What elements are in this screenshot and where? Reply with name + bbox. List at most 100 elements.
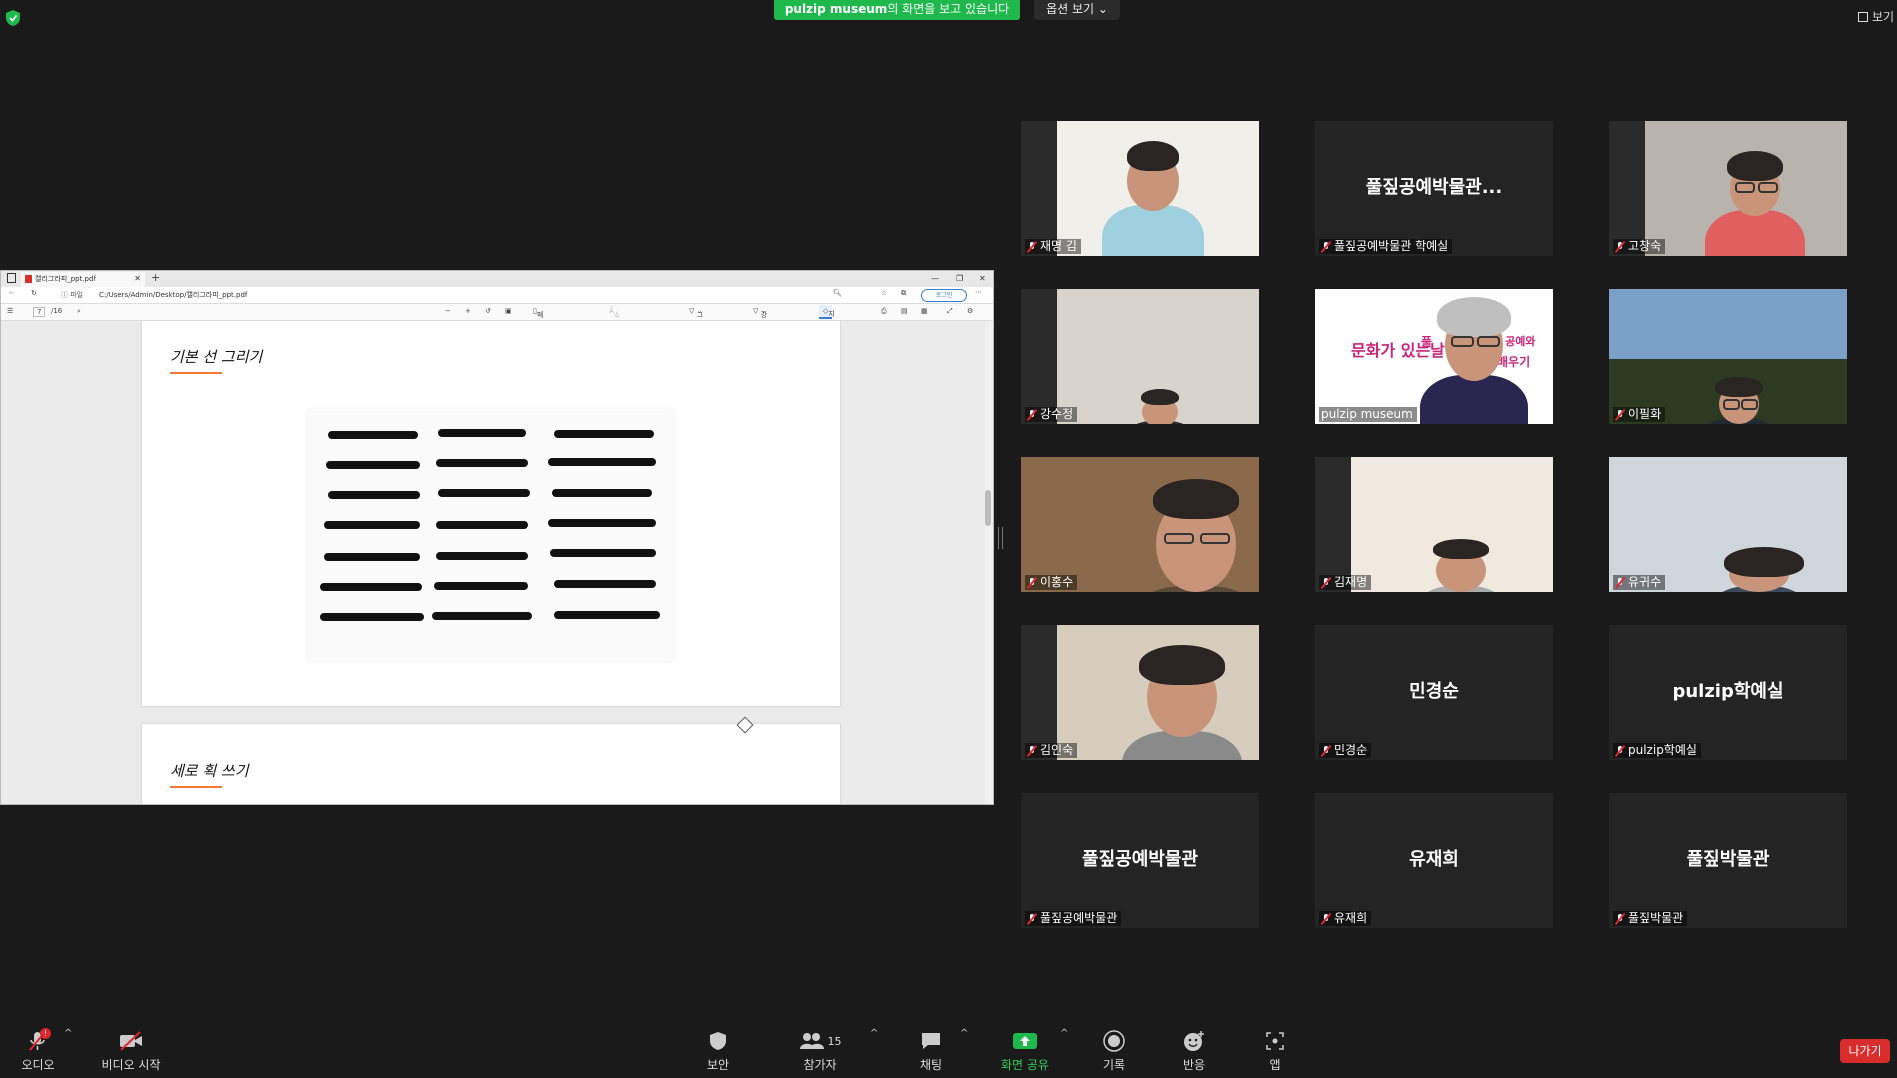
security-button[interactable]: 보안 [700,1030,736,1073]
brush-stroke [436,552,528,560]
brush-stroke [554,611,660,619]
view-options-button[interactable]: 옵션 보기 ⌄ [1034,0,1120,20]
settings-gear-icon[interactable]: ⚙ [967,307,973,315]
brush-stroke [550,549,656,557]
muted-microphone-icon [1321,745,1331,757]
refresh-icon[interactable]: ↻ [31,289,37,297]
read-aloud-button[interactable]: A⃗ 소리내어 읽기 [609,307,620,369]
page-view-button[interactable]: ▯ 페이지 보기 [533,307,543,359]
person-hair [1153,479,1239,519]
rotate-icon[interactable]: ↺ [485,307,491,315]
restore-icon[interactable]: ❐ [956,271,963,286]
brush-stroke [328,491,420,499]
share-chevron-icon[interactable]: ^ [1060,1028,1068,1039]
tab-actions-icon[interactable] [7,273,16,283]
back-icon[interactable]: ← [9,289,15,297]
save-icon[interactable]: ▤ [901,307,908,315]
brush-stroke [438,429,526,437]
participant-video [1021,457,1259,592]
chat-chevron-icon[interactable]: ^ [960,1028,968,1039]
participant-tile[interactable]: 유귀수 [1609,457,1847,592]
pdf-page: 세로 획 쓰기 [142,724,840,804]
participant-name: 풀짚공예박물관 [1040,911,1118,925]
participant-tile[interactable]: 강수정 [1021,289,1259,424]
fullscreen-icon[interactable]: ⤢ [947,307,953,316]
leave-meeting-button[interactable]: 나가기 [1840,1039,1890,1063]
collections-icon[interactable]: ⧉ [901,289,906,298]
participant-tile[interactable]: 민경순 민경순 [1315,625,1553,760]
record-button[interactable]: 기록 [1096,1030,1132,1073]
reaction-smiley-icon [1184,1031,1204,1051]
glasses [1757,181,1778,193]
search-icon[interactable]: ⌕ [77,307,81,316]
address-bar: ← ↻ ⓘ 파일 C:/Users/Admin/Desktop/캘리그라피_pp… [1,287,993,304]
participant-tile[interactable]: 김인숙 [1021,625,1259,760]
view-mode-button[interactable]: 보기 [1858,8,1894,25]
start-video-button[interactable]: 비디오 시작 [96,1030,166,1073]
more-menu-icon[interactable]: ⋯ [975,288,982,296]
participant-display-name: 풀짚박물관 [1686,849,1770,870]
participant-display-name: pulzip학예실 [1672,681,1784,702]
pdf-document-view[interactable]: 기본 선 그리기 세로 획 쓰기 [1,321,993,804]
highlight-button[interactable]: ▽ 강조 표시 ⌄ [753,307,767,349]
brush-stroke [548,458,656,466]
zoom-icon[interactable]: 🔍︎ [833,289,842,297]
close-window-icon[interactable]: ✕ [979,271,986,286]
pdf-title-bar: 캘리그라피_ppt.pdf ✕ + — ❐ ✕ [1,271,993,287]
apps-button[interactable]: 앱 [1258,1030,1292,1073]
participant-tile[interactable]: 풀짚공예박물관... 풀짚공예박물관 학예실 [1315,121,1553,256]
brush-stroke-practice-image [308,409,674,661]
brush-stroke [438,489,530,497]
new-tab-button[interactable]: + [151,271,160,285]
chat-button[interactable]: 채팅 [914,1030,948,1073]
fit-page-icon[interactable]: ▣ [505,307,512,315]
zoom-in-icon[interactable]: + [465,307,471,315]
url-field[interactable]: C:/Users/Admin/Desktop/캘리그라피_ppt.pdf [99,290,247,300]
participant-video [1645,121,1847,256]
minimize-icon[interactable]: — [931,271,939,286]
participant-tile[interactable]: 유재희 유재희 [1315,793,1553,928]
participant-tile[interactable]: pulzip학예실 pulzip학예실 [1609,625,1847,760]
participants-chevron-icon[interactable]: ^ [870,1028,878,1039]
erase-button[interactable]: ◇ 지우기 [819,305,835,342]
participant-name-tag: 김재명 [1319,575,1372,590]
person-hair [1127,141,1179,171]
print-icon[interactable]: ⎙ [881,307,887,316]
save-as-icon[interactable]: ▦ [921,307,928,315]
brush-stroke [436,459,528,467]
participants-button[interactable]: 15 참가자 [796,1030,844,1073]
participant-name: 풀짚공예박물관 학예실 [1334,239,1449,253]
split-view-handle[interactable] [998,527,1003,549]
participant-tile[interactable]: 가 있는 날문화가 있는날풀들이 공예와배우기 pulzip museum [1315,289,1553,424]
login-button[interactable]: 로그인 [921,289,967,302]
reactions-button[interactable]: 반응 [1176,1030,1212,1073]
contents-icon[interactable]: ☰ [7,307,13,315]
zoom-out-icon[interactable]: − [445,307,451,315]
muted-microphone-icon [1027,913,1037,925]
favorite-icon[interactable]: ☆ [881,289,887,297]
pdf-tab[interactable]: 캘리그라피_ppt.pdf ✕ [21,272,145,287]
participant-tile[interactable]: 재명 김 [1021,121,1259,256]
draw-button[interactable]: ▽ 그리기 ⌄ [689,307,703,339]
brush-stroke [434,582,528,590]
audio-button[interactable]: ! 오디오 [18,1028,58,1073]
participant-tile[interactable]: 이필화 [1609,289,1847,424]
participant-tile[interactable]: 풀짚박물관 풀짚박물관 [1609,793,1847,928]
pdf-scrollbar[interactable] [985,321,993,804]
security-label: 보안 [706,1058,730,1072]
participant-name-tag: pulzip학예실 [1613,743,1701,758]
participant-video: 가 있는 날문화가 있는날풀들이 공예와배우기 [1315,289,1553,424]
participant-tile[interactable]: 고창숙 [1609,121,1847,256]
share-screen-button[interactable]: 화면 공유 [996,1030,1054,1073]
brush-stroke [554,430,654,438]
audio-options-chevron-icon[interactable]: ^ [64,1028,72,1039]
participant-name-tag: 이필화 [1613,407,1666,422]
close-tab-icon[interactable]: ✕ [134,272,141,286]
brush-stroke [326,461,420,469]
meeting-toolbar: ! 오디오 ^ 비디오 시작 보안 15 참가자 ^ 채팅 ^ 화면 공유 ^ … [0,1024,1897,1078]
page-number-input[interactable]: 7 [33,307,46,317]
participant-tile[interactable]: 풀짚공예박물관 풀짚공예박물관 [1021,793,1259,928]
participant-tile[interactable]: 김재명 [1315,457,1553,592]
scrollbar-thumb[interactable] [985,490,991,526]
participant-tile[interactable]: 이홍수 [1021,457,1259,592]
